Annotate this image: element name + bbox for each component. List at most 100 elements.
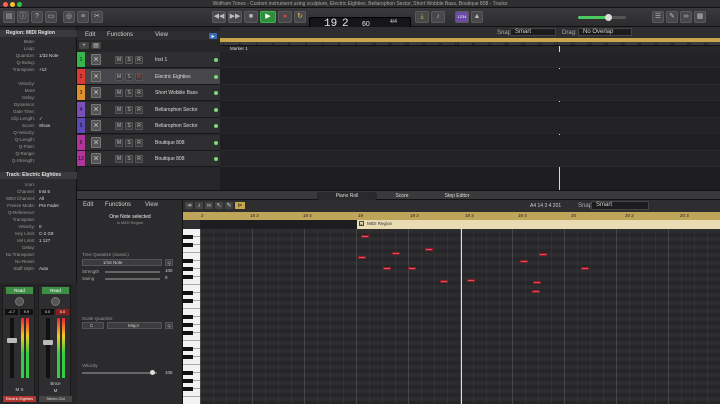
piano-roll-ruler[interactable] [183, 212, 720, 220]
region-param-row[interactable]: Mute: [2, 39, 75, 45]
record-enable-button[interactable]: R [135, 56, 143, 64]
midi-note[interactable] [539, 253, 547, 256]
midi-in-button[interactable]: ⇥ [185, 202, 193, 209]
swing-slider[interactable] [105, 278, 160, 280]
library-button[interactable]: ▤ [3, 11, 15, 23]
cycle-button[interactable]: ↻ [294, 11, 306, 23]
time-quantize-select[interactable]: 1/16 Note [82, 259, 162, 266]
midi-note[interactable] [581, 267, 589, 270]
midi-note[interactable] [532, 290, 540, 293]
add-track-button[interactable]: + [79, 42, 89, 49]
black-key[interactable] [183, 315, 193, 319]
list-editors-button[interactable]: ☰ [652, 11, 664, 23]
track-param-row[interactable]: Freeze Mode: Pre Fader [2, 203, 75, 209]
tab-score[interactable]: Score [377, 192, 427, 200]
track-param-row[interactable]: No Reset: [2, 259, 75, 265]
black-key[interactable] [183, 371, 193, 375]
param-value[interactable]: All [39, 196, 44, 202]
track-inspector-header[interactable]: Track: Electric Eighties [0, 172, 77, 179]
track-header[interactable]: 2 ⨯ M S R Electric Eighties [77, 68, 220, 85]
track-param-row[interactable]: Delay: [2, 245, 75, 251]
black-key[interactable] [183, 387, 193, 391]
mute-button[interactable]: M [115, 72, 123, 81]
marker-label[interactable]: Marker 1 [230, 46, 248, 51]
solo-button[interactable]: S [125, 72, 133, 81]
play-button[interactable]: ▶ [260, 11, 276, 23]
track-header[interactable]: 1 ⨯ M S R Inst 1 [77, 52, 220, 68]
velocity-knob[interactable] [150, 370, 155, 375]
midi-note[interactable] [520, 260, 528, 263]
midi-note[interactable] [467, 279, 475, 282]
solo-button[interactable]: S [125, 138, 133, 147]
fader-track[interactable] [43, 318, 53, 378]
mute-button[interactable]: M [115, 122, 123, 130]
pr-functions-menu[interactable]: Functions [105, 202, 131, 208]
editors-button[interactable]: ✂ [91, 11, 103, 23]
mute-button[interactable]: M [115, 138, 123, 147]
region-param-row[interactable]: Dynamics: [2, 102, 75, 108]
track-param-row[interactable]: Staff Style: Auto [2, 266, 75, 272]
track-lane[interactable] [220, 101, 720, 118]
scale-mode-select[interactable]: Major [107, 322, 162, 329]
forward-button[interactable]: ▶▶ [228, 11, 242, 23]
black-key[interactable] [183, 355, 193, 359]
region-param-row[interactable]: Q-Velocity: [2, 130, 75, 136]
param-value[interactable]: 1/32 Note [39, 53, 59, 59]
midi-note[interactable] [383, 267, 391, 270]
track-lane[interactable] [220, 118, 720, 134]
mixer-button[interactable]: ≡ [77, 11, 89, 23]
midi-note[interactable] [425, 248, 433, 251]
param-value[interactable]: 1 127 [39, 238, 50, 244]
record-enable-button[interactable]: R [135, 155, 143, 163]
functions-menu[interactable]: Functions [107, 32, 133, 38]
region-param-row[interactable]: Quantize: 1/32 Note [2, 53, 75, 59]
global-tracks-button[interactable]: ▤ [91, 42, 101, 49]
solo-button[interactable]: S [125, 105, 133, 114]
quick-help-button[interactable]: ? [31, 11, 43, 23]
white-key[interactable] [183, 397, 200, 404]
region-param-row[interactable]: Q-Length: [2, 137, 75, 143]
region-param-row[interactable]: Q-Flam: [2, 144, 75, 150]
region-param-row[interactable]: Q-Swing: [2, 60, 75, 66]
region-param-row[interactable]: Loop: [2, 46, 75, 52]
pan-knob[interactable] [51, 297, 60, 306]
midi-note[interactable] [440, 280, 448, 283]
edit-menu[interactable]: Edit [85, 32, 95, 38]
region-param-row[interactable]: Delay: [2, 95, 75, 101]
rewind-button[interactable]: ◀◀ [212, 11, 226, 23]
midi-out-button[interactable]: ♪ [195, 202, 203, 209]
track-lane[interactable] [220, 151, 720, 167]
pencil-tool-button[interactable]: ✎ [225, 202, 233, 209]
track-param-row[interactable]: Channel: Inst 6 [2, 189, 75, 195]
track-header[interactable]: 5 ⨯ M S R Bellarophon Sector [77, 118, 220, 134]
mute-button[interactable]: M [42, 388, 69, 393]
solo-button[interactable]: S [125, 89, 133, 97]
track-header[interactable]: 4 ⨯ M S R Bellarophon Sector [77, 101, 220, 118]
param-value[interactable]: Inst 6 [39, 189, 50, 195]
stop-button[interactable]: ■ [244, 11, 258, 23]
inspector-button[interactable]: ⓘ [17, 11, 29, 23]
param-value[interactable]: ✓ [39, 116, 43, 122]
region-inspector-header[interactable]: Region: MIDI Region [0, 30, 77, 37]
param-value[interactable]: Auto [39, 266, 48, 272]
metronome-button[interactable]: ▲ [471, 11, 483, 23]
track-header[interactable]: 6 ⨯ M S R Boutique 808 [77, 134, 220, 151]
velocity-slider[interactable] [82, 370, 157, 375]
record-enable-button[interactable]: R [135, 72, 143, 81]
smart-controls-button[interactable]: ◎ [63, 11, 75, 23]
automation-read-button[interactable]: Read [6, 287, 33, 294]
track-lane[interactable] [220, 85, 720, 101]
mute-button[interactable]: M [115, 89, 123, 97]
track-lane[interactable] [220, 134, 720, 151]
param-value[interactable]: C-2 G8 [39, 231, 54, 237]
snap-select[interactable]: Smart [510, 28, 556, 36]
param-value[interactable]: +12 [39, 67, 47, 73]
region-param-row[interactable]: Transpose: +12 [2, 67, 75, 73]
region-param-row[interactable]: Velocity: [2, 81, 75, 87]
midi-note[interactable] [358, 256, 366, 259]
black-key[interactable] [183, 235, 193, 239]
track-param-row[interactable]: No Transpose: [2, 252, 75, 258]
solo-button[interactable]: S [125, 56, 133, 64]
black-key[interactable] [183, 267, 193, 271]
track-name[interactable]: Electric Eighties [155, 69, 191, 85]
